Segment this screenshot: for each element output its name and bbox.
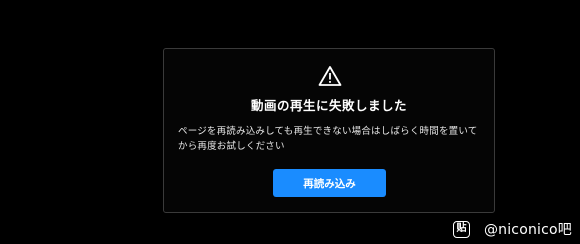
warning-triangle-icon xyxy=(318,65,342,87)
error-message-line-2: から再度お試しください xyxy=(178,141,285,152)
reload-button[interactable]: 再読み込み xyxy=(273,169,386,197)
playback-error-dialog: 動画の再生に失敗しました ページを再読み込みしても再生できない場合はしばらく時間… xyxy=(163,48,495,213)
error-title: 動画の再生に失敗しました xyxy=(250,98,407,113)
video-player-area: 動画の再生に失敗しました ページを再読み込みしても再生できない場合はしばらく時間… xyxy=(0,0,580,244)
error-message-line-1: ページを再読み込みしても再生できない場合はしばらく時間を置いて xyxy=(178,126,478,137)
watermark: 贴 @niconico吧 xyxy=(452,218,572,240)
tieba-logo-icon: 贴 xyxy=(452,220,470,238)
watermark-text: @niconico吧 xyxy=(483,222,572,238)
error-message: ページを再読み込みしても再生できない場合はしばらく時間を置いて から再度お試しく… xyxy=(178,124,484,154)
